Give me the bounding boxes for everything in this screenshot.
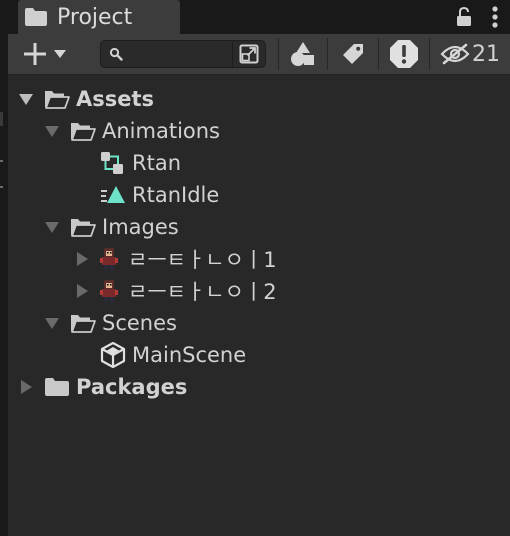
search-field[interactable] xyxy=(100,40,266,68)
warning-icon xyxy=(389,39,419,69)
tree-item-packages[interactable]: Packages xyxy=(18,371,187,403)
tree-item-rtan-idle[interactable]: RtanIdle xyxy=(100,179,219,211)
create-dropdown-button[interactable] xyxy=(18,34,72,74)
expand-arrow-icon[interactable] xyxy=(18,83,34,115)
editor-frame-left xyxy=(0,0,8,536)
folder-open-icon xyxy=(70,313,96,333)
search-icon xyxy=(109,47,123,61)
lock-icon[interactable] xyxy=(456,7,472,27)
filter-by-label-icon xyxy=(342,43,364,65)
folder-icon xyxy=(24,7,48,27)
unity-scene-icon xyxy=(100,342,126,368)
tree-item-label: RtanIdle xyxy=(132,183,220,207)
tree-item-images[interactable]: Images xyxy=(44,211,179,243)
hidden-packages-count: 21 xyxy=(472,41,500,67)
expand-arrow-icon[interactable] xyxy=(44,211,60,243)
folder-open-icon xyxy=(44,89,70,109)
search-by-type-button[interactable] xyxy=(232,41,265,67)
tree-item-label: Animations xyxy=(102,119,221,143)
project-window: Project 21 Assets Animations Rtan RtanId… xyxy=(0,0,510,536)
filter-by-type-icon xyxy=(290,41,316,67)
tab-bar: Project xyxy=(8,0,510,34)
animation-clip-icon xyxy=(100,185,126,205)
expand-arrow-icon[interactable] xyxy=(44,307,60,339)
tab-controls xyxy=(456,0,498,34)
tree-item-animations[interactable]: Animations xyxy=(44,115,220,147)
folder-closed-icon xyxy=(44,377,70,397)
search-by-type-icon xyxy=(239,44,259,64)
sprite-icon xyxy=(98,247,120,271)
tree-item-label: ㄹㅡㅌㅏㄴㅇㅣ1 xyxy=(128,248,277,272)
expand-arrow-right-icon[interactable] xyxy=(74,275,90,307)
plus-icon xyxy=(23,42,47,66)
frame-mark xyxy=(0,112,3,126)
tree-item-assets[interactable]: Assets xyxy=(18,83,154,115)
tree-item-label: Rtan xyxy=(132,151,182,175)
filter-warnings-button[interactable] xyxy=(379,34,429,74)
filter-by-label-button[interactable] xyxy=(328,34,378,74)
animator-controller-icon xyxy=(100,151,124,175)
hidden-packages-button[interactable]: 21 xyxy=(436,34,504,74)
tree-item-label: Packages xyxy=(76,375,188,399)
search-input[interactable] xyxy=(129,41,229,67)
expand-arrow-icon[interactable] xyxy=(44,115,60,147)
toolbar-separator xyxy=(429,38,430,70)
tab-title: Project xyxy=(57,4,133,30)
frame-mark xyxy=(0,186,3,188)
folder-open-icon xyxy=(70,217,96,237)
tree-item-main-scene[interactable]: MainScene xyxy=(100,339,246,371)
tab-project[interactable]: Project xyxy=(18,0,180,34)
eye-slash-icon xyxy=(440,43,470,65)
chevron-down-icon xyxy=(53,49,67,59)
tree-item-label: Scenes xyxy=(102,311,177,335)
expand-arrow-right-icon[interactable] xyxy=(18,371,34,403)
tree-item-scenes[interactable]: Scenes xyxy=(44,307,177,339)
tree-item-image-2[interactable]: ㄹㅡㅌㅏㄴㅇㅣ2 xyxy=(74,275,277,307)
kebab-menu-icon[interactable] xyxy=(492,6,498,28)
frame-mark xyxy=(0,160,3,162)
tree-item-image-1[interactable]: ㄹㅡㅌㅏㄴㅇㅣ1 xyxy=(74,243,277,275)
project-tree: Assets Animations Rtan RtanIdle Images ㄹ… xyxy=(8,75,510,536)
filter-by-type-button[interactable] xyxy=(279,34,327,74)
tree-item-label: Images xyxy=(102,215,179,239)
tree-item-label: Assets xyxy=(76,87,155,111)
project-toolbar: 21 xyxy=(8,34,510,75)
folder-open-icon xyxy=(70,121,96,141)
tree-item-label: MainScene xyxy=(132,343,247,367)
expand-arrow-right-icon[interactable] xyxy=(74,243,90,275)
tree-item-rtan[interactable]: Rtan xyxy=(100,147,181,179)
tree-item-label: ㄹㅡㅌㅏㄴㅇㅣ2 xyxy=(128,280,277,304)
sprite-icon xyxy=(98,279,120,303)
